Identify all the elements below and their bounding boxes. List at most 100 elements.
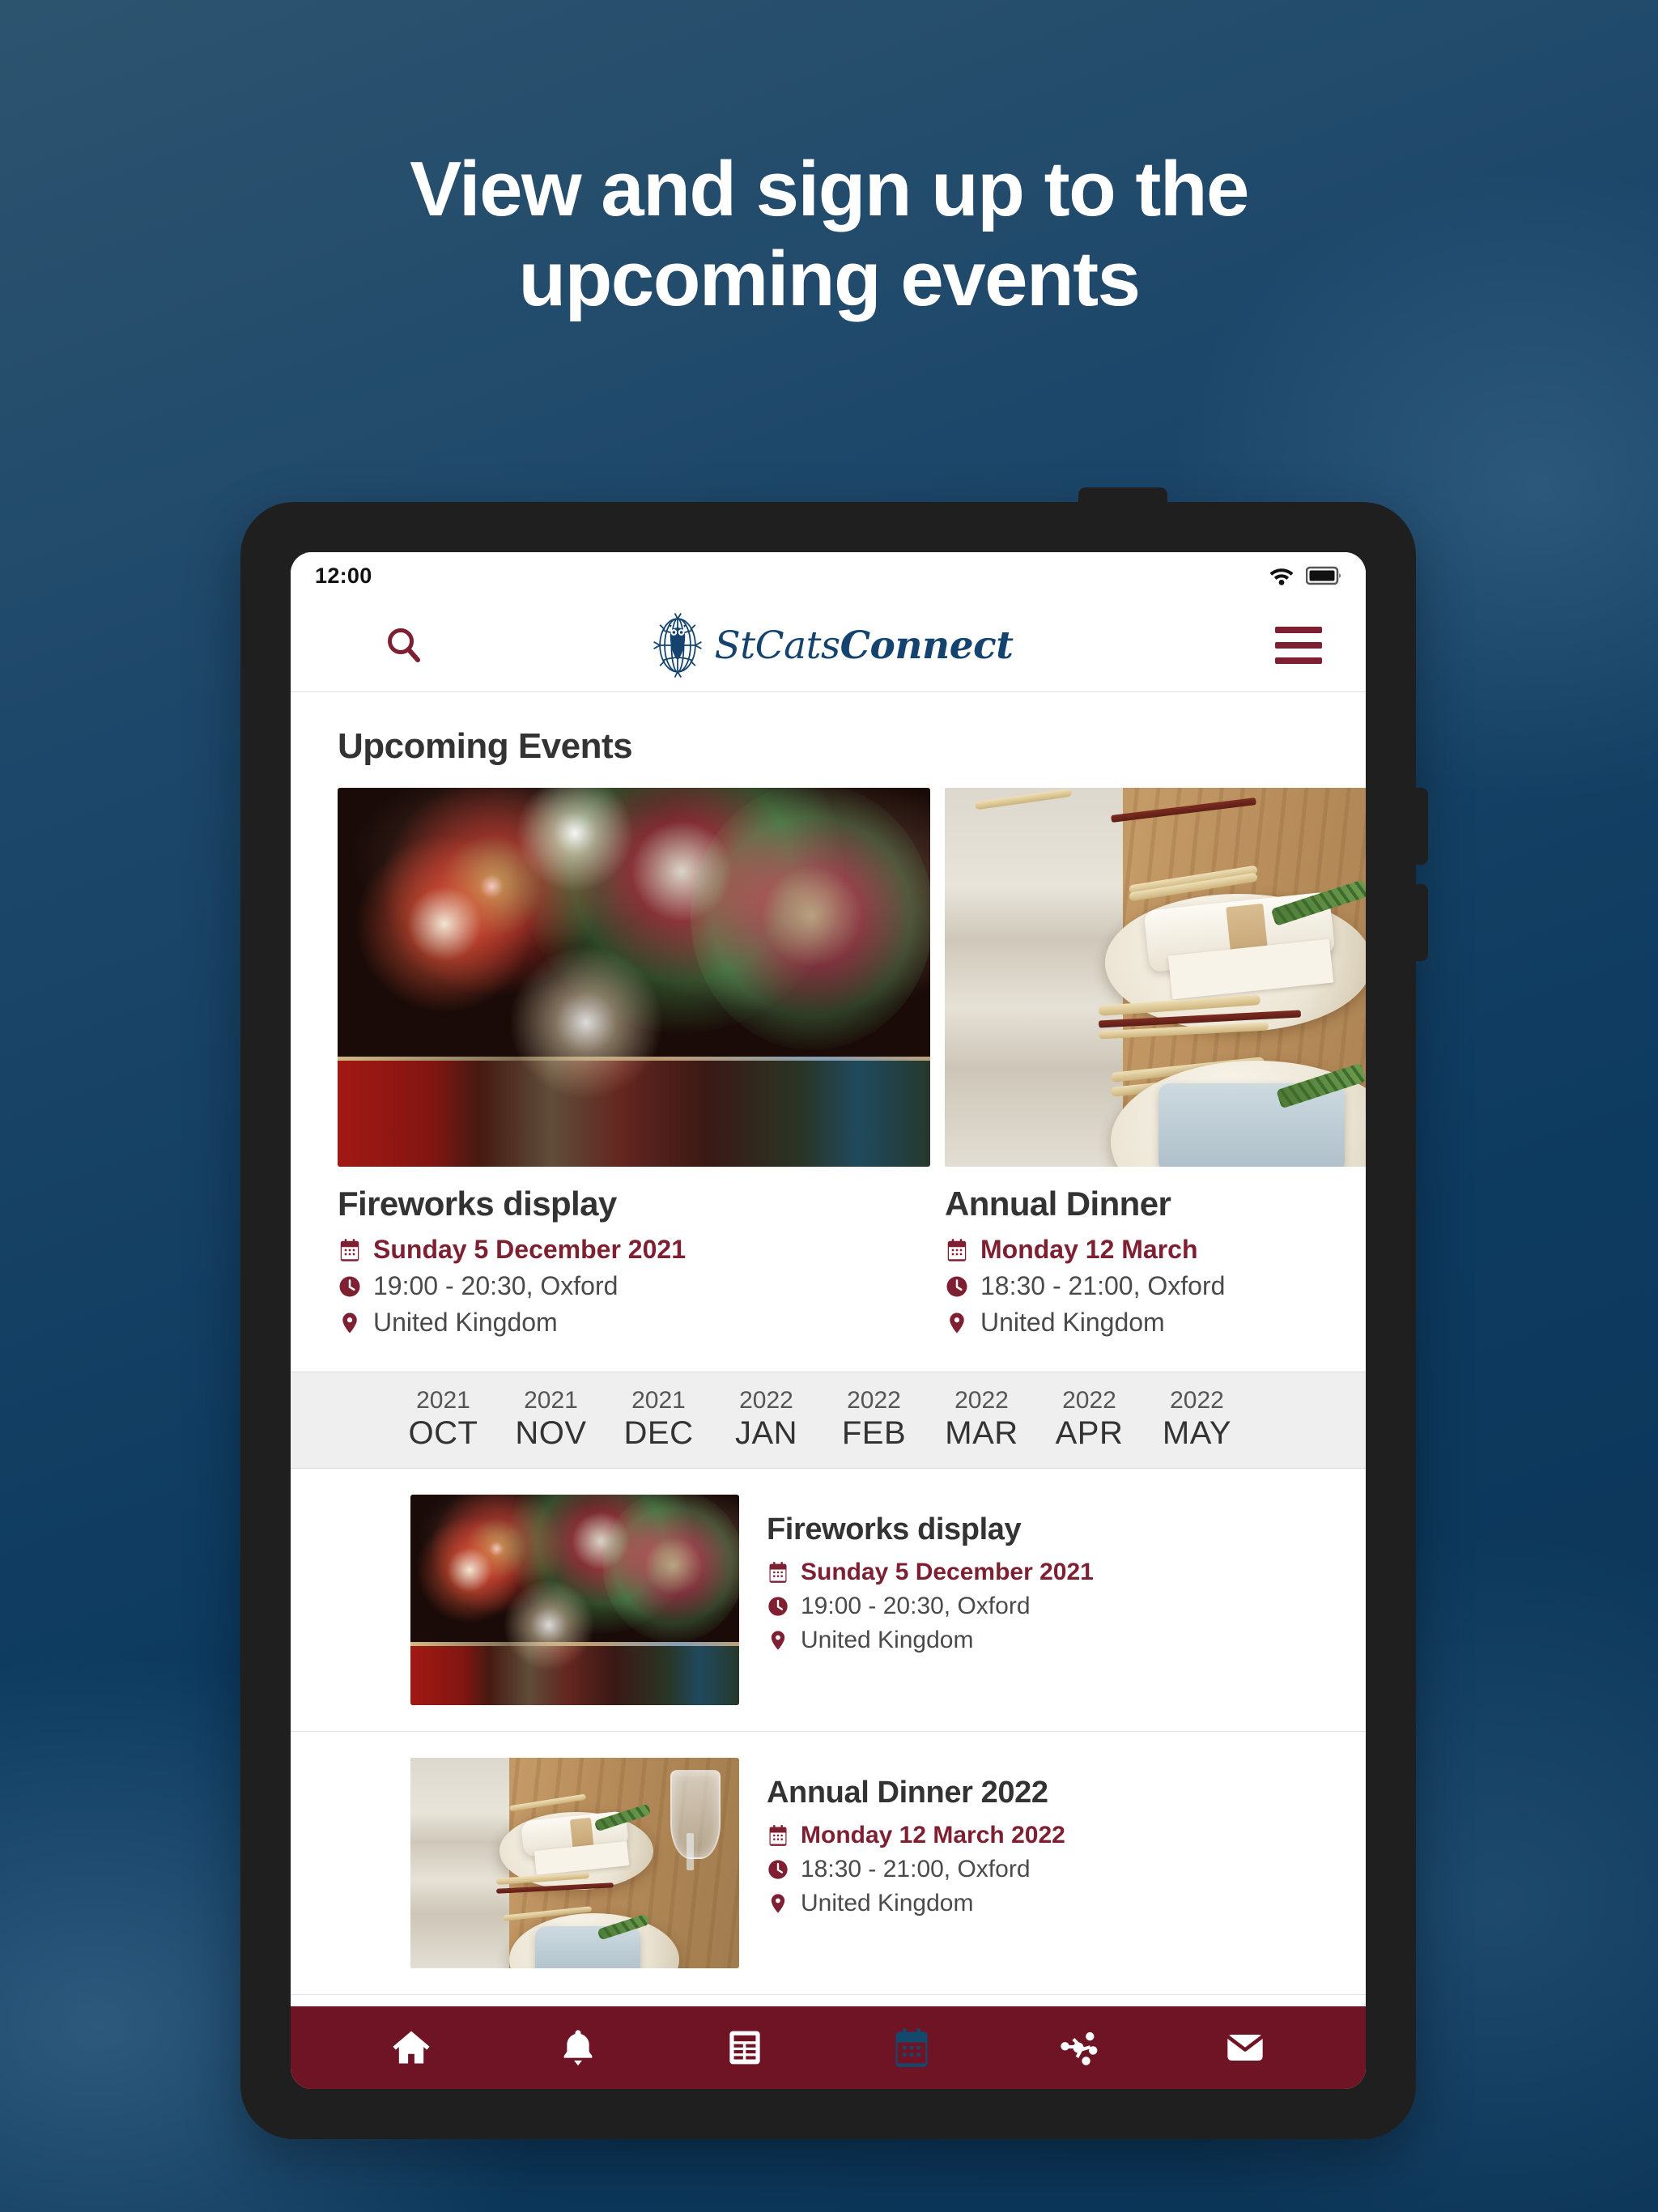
event-time: 18:30 - 21:00, Oxford bbox=[801, 1855, 1031, 1882]
featured-event-date: Sunday 5 December 2021 bbox=[373, 1235, 686, 1264]
month-selector-item[interactable]: 2021 OCT bbox=[389, 1387, 497, 1452]
brand-logo-group[interactable]: StCatsConnect bbox=[291, 611, 1366, 679]
list-item-body: Fireworks display Sunday 5 December 2021… bbox=[767, 1495, 1094, 1661]
featured-event-date-row: Monday 12 March bbox=[945, 1235, 1366, 1265]
fireworks-event-thumbnail bbox=[410, 1494, 739, 1705]
featured-event-card[interactable]: Fireworks display Sunday 5 December 2021… bbox=[338, 788, 930, 1344]
month-selector-item[interactable]: 2022 APR bbox=[1035, 1387, 1143, 1452]
promo-headline: View and sign up to the upcoming events bbox=[0, 144, 1658, 325]
events-page-content: Upcoming Events Fireworks display Sunday… bbox=[291, 692, 1366, 2006]
bell-notification-icon bbox=[563, 2030, 593, 2066]
month-label: OCT bbox=[408, 1414, 478, 1451]
month-year: 2021 bbox=[416, 1387, 470, 1414]
nav-item-events[interactable] bbox=[828, 2006, 995, 2089]
month-label: MAR bbox=[945, 1414, 1018, 1451]
dinner-event-image bbox=[945, 788, 1366, 1167]
month-year: 2021 bbox=[631, 1387, 686, 1414]
nav-item-home[interactable] bbox=[328, 2006, 495, 2089]
nav-item-notifications[interactable] bbox=[495, 2006, 661, 2089]
volume-down-button[interactable] bbox=[1414, 884, 1428, 961]
volume-up-button[interactable] bbox=[1414, 788, 1428, 865]
device-screen: 12:00 StCatsConnect Upcoming Events Fire… bbox=[291, 552, 1366, 2089]
status-bar: 12:00 bbox=[291, 552, 1366, 599]
clock-icon bbox=[768, 1859, 788, 1879]
month-selector-item[interactable]: 2022 MAY bbox=[1143, 1387, 1251, 1452]
map-pin-icon bbox=[771, 1893, 785, 1913]
featured-event-date-row: Sunday 5 December 2021 bbox=[338, 1235, 930, 1265]
event-location: United Kingdom bbox=[801, 1889, 974, 1916]
month-year: 2022 bbox=[847, 1387, 901, 1414]
brand-name: StCatsConnect bbox=[715, 623, 1014, 668]
list-item-body: Annual Dinner 2022 Monday 12 March 2022 … bbox=[767, 1758, 1065, 1924]
event-time-row: 18:30 - 21:00, Oxford bbox=[767, 1856, 1065, 1883]
brand-name-part1: StCats bbox=[714, 623, 841, 668]
owl-compass-logo bbox=[653, 613, 702, 678]
calendar-events-icon bbox=[895, 2028, 928, 2067]
event-location-row: United Kingdom bbox=[767, 1890, 1065, 1917]
event-time: 19:00 - 20:30, Oxford bbox=[801, 1592, 1031, 1619]
promo-headline-line1: View and sign up to the bbox=[410, 146, 1249, 232]
list-item[interactable]: Fireworks display Sunday 5 December 2021… bbox=[291, 1469, 1366, 1732]
map-pin-icon bbox=[950, 1312, 964, 1333]
month-label: MAY bbox=[1162, 1414, 1232, 1451]
bottom-navigation-bar bbox=[291, 2006, 1366, 2089]
search-button[interactable] bbox=[381, 623, 427, 668]
month-year: 2022 bbox=[1062, 1387, 1116, 1414]
event-time-row: 19:00 - 20:30, Oxford bbox=[767, 1593, 1094, 1620]
fireworks-event-image bbox=[338, 788, 930, 1167]
featured-event-location: United Kingdom bbox=[373, 1308, 558, 1337]
tablet-device-frame: 12:00 StCatsConnect Upcoming Events Fire… bbox=[240, 487, 1428, 2139]
battery-full-icon bbox=[1306, 566, 1341, 585]
envelope-mail-icon bbox=[1226, 2034, 1264, 2061]
featured-event-time-row: 19:00 - 20:30, Oxford bbox=[338, 1271, 930, 1301]
map-pin-icon bbox=[342, 1312, 357, 1333]
featured-event-location-row: United Kingdom bbox=[338, 1308, 930, 1338]
news-article-icon bbox=[729, 2031, 760, 2065]
featured-event-title: Annual Dinner bbox=[945, 1185, 1171, 1223]
month-selector-item[interactable]: 2021 NOV bbox=[497, 1387, 605, 1452]
list-item[interactable]: Annual Dinner 2022 Monday 12 March 2022 … bbox=[291, 1732, 1366, 1995]
promo-headline-line2: upcoming events bbox=[518, 236, 1141, 323]
app-header: StCatsConnect bbox=[291, 599, 1366, 692]
featured-event-time: 19:00 - 20:30, Oxford bbox=[373, 1271, 619, 1300]
calendar-icon bbox=[769, 1824, 787, 1846]
status-bar-indicators bbox=[1269, 565, 1341, 586]
network-connections-icon bbox=[1061, 2031, 1098, 2065]
month-selector-item[interactable]: 2022 FEB bbox=[820, 1387, 928, 1452]
month-selector-strip[interactable]: 2021 OCT 2021 NOV 2021 DEC 2022 JAN 2022 bbox=[291, 1372, 1366, 1469]
events-list: Fireworks display Sunday 5 December 2021… bbox=[291, 1469, 1366, 1995]
month-label: JAN bbox=[734, 1414, 798, 1451]
hamburger-menu-button[interactable] bbox=[1275, 627, 1322, 664]
featured-events-carousel[interactable]: Fireworks display Sunday 5 December 2021… bbox=[291, 788, 1366, 1344]
nav-item-connections[interactable] bbox=[995, 2006, 1162, 2089]
featured-event-time: 18:30 - 21:00, Oxford bbox=[980, 1271, 1226, 1300]
map-pin-icon bbox=[771, 1630, 785, 1650]
clock-icon bbox=[946, 1276, 967, 1296]
event-date-row: Monday 12 March 2022 bbox=[767, 1822, 1065, 1849]
power-button[interactable] bbox=[1078, 487, 1167, 508]
nav-item-messages[interactable] bbox=[1162, 2006, 1329, 2089]
clock-icon bbox=[768, 1596, 788, 1616]
home-icon bbox=[393, 2031, 430, 2064]
month-selector-item[interactable]: 2022 JAN bbox=[712, 1387, 820, 1452]
clock-icon bbox=[339, 1276, 360, 1296]
hamburger-menu-icon bbox=[1275, 627, 1322, 633]
brand-name-part2: Connect bbox=[840, 623, 1014, 668]
featured-event-title: Fireworks display bbox=[338, 1185, 617, 1223]
month-label: APR bbox=[1055, 1414, 1124, 1451]
wifi-icon bbox=[1269, 568, 1294, 585]
month-selector-item[interactable]: 2021 DEC bbox=[605, 1387, 712, 1452]
nav-item-news[interactable] bbox=[661, 2006, 828, 2089]
event-title: Annual Dinner 2022 bbox=[767, 1775, 1048, 1810]
calendar-icon bbox=[769, 1561, 787, 1583]
event-location-row: United Kingdom bbox=[767, 1627, 1094, 1654]
featured-event-time-row: 18:30 - 21:00, Oxford bbox=[945, 1271, 1366, 1301]
month-selector-item[interactable]: 2022 MAR bbox=[928, 1387, 1035, 1452]
month-year: 2022 bbox=[954, 1387, 1009, 1414]
event-date: Monday 12 March 2022 bbox=[801, 1821, 1065, 1848]
featured-event-card[interactable]: Annual Dinner Monday 12 March 18:30 - 21… bbox=[945, 788, 1366, 1344]
status-bar-time: 12:00 bbox=[315, 563, 372, 588]
month-year: 2022 bbox=[739, 1387, 793, 1414]
calendar-icon bbox=[947, 1238, 967, 1261]
month-year: 2021 bbox=[524, 1387, 578, 1414]
